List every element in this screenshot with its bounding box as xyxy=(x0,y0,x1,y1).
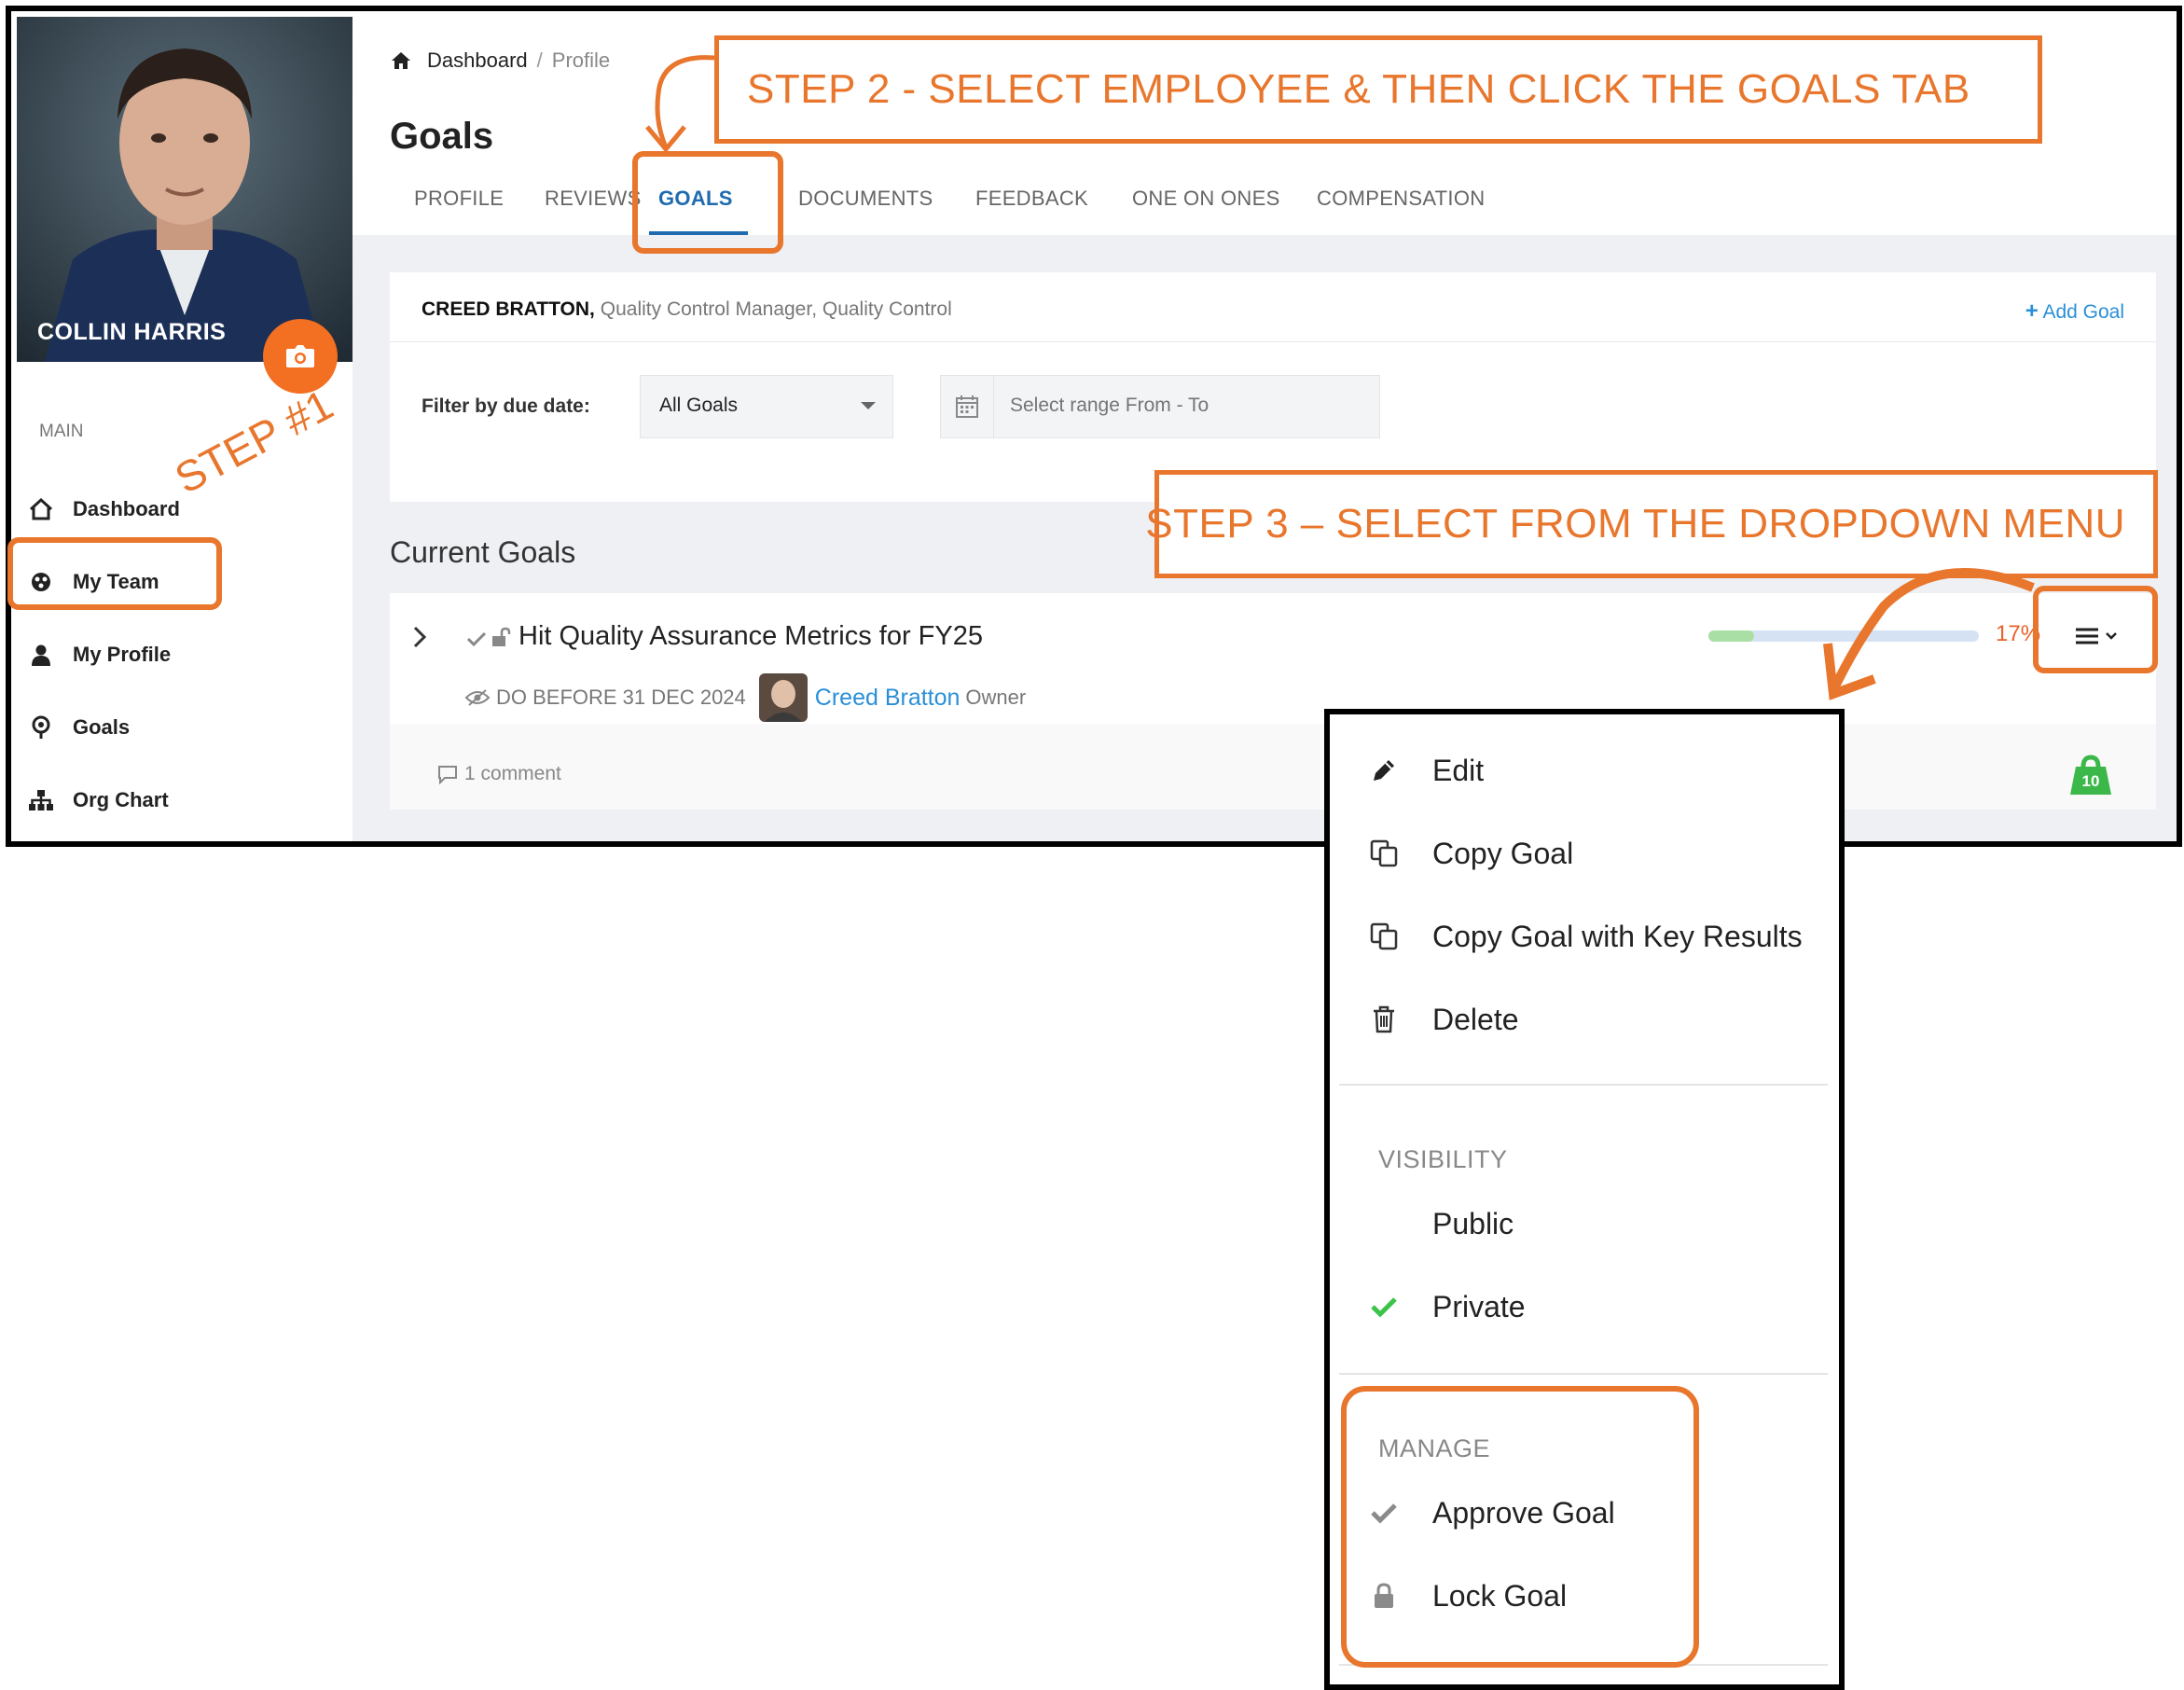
visibility-header: VISIBILITY xyxy=(1378,1145,1508,1173)
check-icon xyxy=(1367,1295,1401,1318)
menu-item-edit[interactable]: Edit xyxy=(1367,742,1484,798)
menu-item-label: Copy Goal with Key Results xyxy=(1432,919,1803,953)
menu-item-label: Public xyxy=(1432,1206,1514,1240)
menu-divider xyxy=(1339,1084,1828,1086)
manage-section-highlight xyxy=(1341,1386,1699,1668)
copy-icon xyxy=(1367,921,1401,951)
menu-item-delete[interactable]: Delete xyxy=(1367,991,1519,1047)
trash-icon xyxy=(1367,1005,1401,1033)
annotation-arrows xyxy=(645,55,2035,700)
menu-item-copy-goal[interactable]: Copy Goal xyxy=(1367,825,1573,881)
menu-divider xyxy=(1339,1373,1828,1375)
menu-item-copy-goal-key-results[interactable]: Copy Goal with Key Results xyxy=(1367,908,1803,964)
menu-item-label: Edit xyxy=(1432,753,1485,787)
menu-item-label: Private xyxy=(1432,1289,1526,1323)
pencil-icon xyxy=(1367,756,1401,784)
menu-item-private[interactable]: Private xyxy=(1367,1279,1526,1335)
copy-icon xyxy=(1367,838,1401,868)
menu-item-public[interactable]: Public xyxy=(1367,1196,1514,1252)
menu-item-label: Delete xyxy=(1432,1002,1519,1036)
menu-item-label: Copy Goal xyxy=(1432,836,1574,870)
